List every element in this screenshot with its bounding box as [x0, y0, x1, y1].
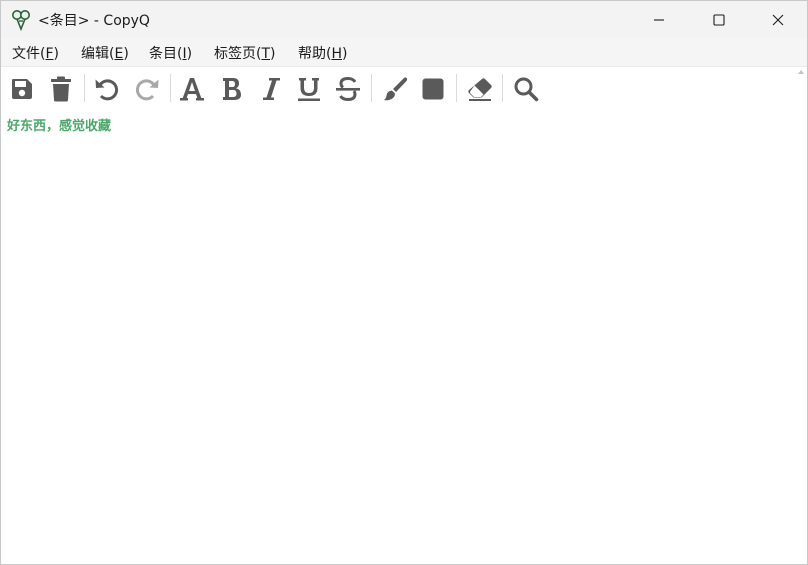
close-button[interactable] — [748, 1, 807, 38]
strikethrough-icon — [336, 76, 360, 102]
background-color-icon — [422, 78, 444, 100]
toolbar-separator — [84, 74, 85, 102]
menu-item[interactable]: 条目(I) — [149, 43, 192, 63]
editor-content: 好东西，感觉收藏 — [7, 119, 112, 134]
undo-button[interactable] — [92, 75, 122, 103]
scroll-up-arrow-icon — [798, 70, 804, 74]
underline-button[interactable] — [294, 75, 324, 103]
trash-icon — [51, 76, 71, 102]
maximize-icon — [713, 13, 725, 26]
close-icon — [772, 14, 784, 25]
search-button[interactable] — [511, 75, 541, 103]
italic-icon — [263, 78, 280, 100]
bold-button[interactable] — [217, 75, 247, 103]
strikethrough-button[interactable] — [333, 75, 363, 103]
toolbar-separator — [456, 74, 457, 102]
menu-bar: 文件(F) 编辑(E) 条目(I) 标签页(T) 帮助(H) — [1, 38, 807, 67]
menu-edit[interactable]: 编辑(E) — [81, 43, 129, 63]
brush-icon — [384, 77, 408, 101]
delete-button[interactable] — [46, 75, 76, 103]
text-color-button[interactable] — [381, 75, 411, 103]
minimize-button[interactable] — [629, 1, 689, 38]
menu-help[interactable]: 帮助(H) — [298, 43, 347, 63]
font-icon — [180, 78, 204, 101]
underline-icon — [298, 78, 320, 101]
toolbar-separator — [371, 74, 372, 102]
save-icon — [12, 79, 32, 99]
bold-icon — [223, 78, 241, 100]
italic-button[interactable] — [256, 75, 286, 103]
clear-format-button[interactable] — [465, 75, 495, 103]
copyq-item-editor-window: <条目> - CopyQ 文件(F) 编辑(E) 条目(I) 标签页(T) 帮助… — [0, 0, 808, 565]
search-icon — [514, 77, 539, 102]
toolbar — [1, 67, 794, 111]
redo-button[interactable] — [132, 75, 162, 103]
eraser-icon — [468, 78, 492, 101]
menu-file[interactable]: 文件(F) — [12, 43, 59, 63]
save-button[interactable] — [7, 75, 37, 103]
window-title: <条目> - CopyQ — [38, 13, 150, 29]
menu-tabs[interactable]: 标签页(T) — [214, 43, 276, 63]
vertical-scrollbar[interactable] — [794, 67, 807, 564]
toolbar-separator — [502, 74, 503, 102]
item-text-editor[interactable]: 好东西，感觉收藏 — [1, 111, 794, 564]
copyq-app-icon — [12, 10, 30, 31]
font-button[interactable] — [177, 75, 207, 103]
redo-icon — [135, 79, 159, 101]
minimize-icon — [654, 18, 664, 21]
maximize-button[interactable] — [689, 1, 749, 38]
toolbar-separator — [170, 74, 171, 102]
title-bar[interactable]: <条目> - CopyQ — [1, 1, 807, 38]
background-color-button[interactable] — [418, 75, 448, 103]
undo-icon — [95, 79, 119, 101]
